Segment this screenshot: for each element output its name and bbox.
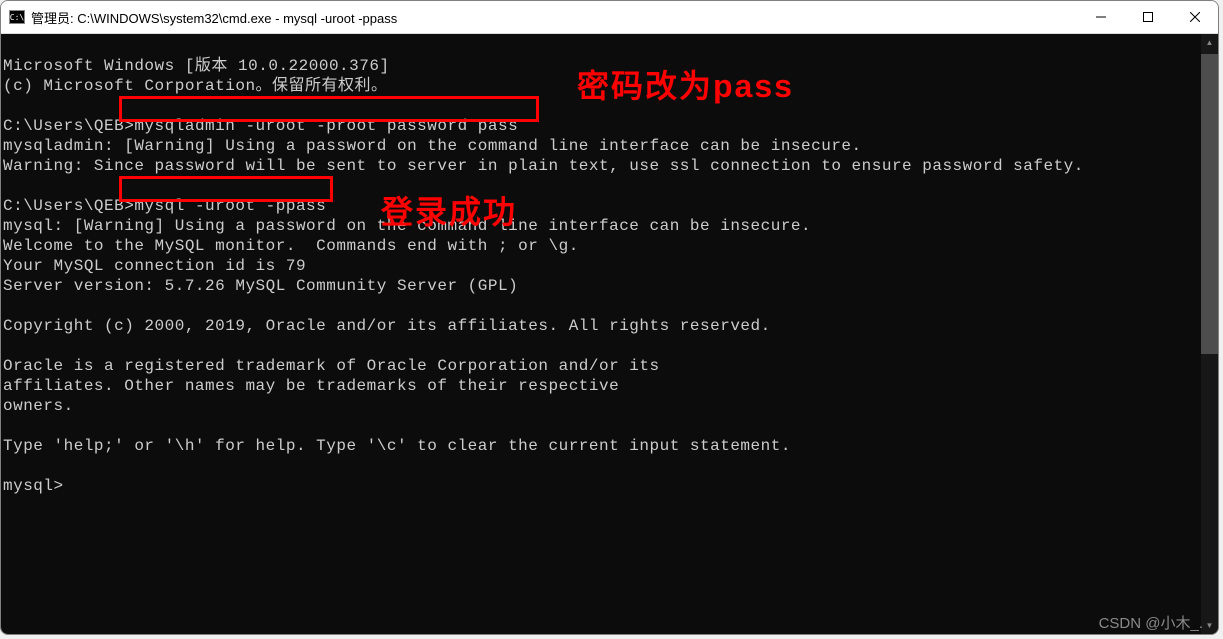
output-line: Your MySQL connection id is 79	[3, 257, 306, 275]
output-line: Server version: 5.7.26 MySQL Community S…	[3, 277, 518, 295]
prompt: C:\Users\QEB>	[3, 197, 134, 215]
output-line: affiliates. Other names may be trademark…	[3, 377, 619, 395]
output-line: Oracle is a registered trademark of Orac…	[3, 357, 660, 375]
scrollbar[interactable]: ▲ ▼	[1201, 34, 1218, 634]
command-text: mysqladmin -uroot -proot password pass	[134, 117, 518, 135]
scroll-up-icon[interactable]: ▲	[1201, 34, 1218, 51]
prompt: C:\Users\QEB>	[3, 117, 134, 135]
maximize-icon	[1143, 12, 1153, 22]
close-icon	[1190, 12, 1200, 22]
annotation-password-change: 密码改为pass	[577, 76, 794, 96]
output-line: (c) Microsoft Corporation。保留所有权利。	[3, 77, 388, 95]
minimize-button[interactable]	[1077, 1, 1124, 33]
mysql-prompt: mysql>	[3, 477, 64, 495]
output-line: Type 'help;' or '\h' for help. Type '\c'…	[3, 437, 791, 455]
output-line: Welcome to the MySQL monitor. Commands e…	[3, 237, 579, 255]
terminal-window: C:\ 管理员: C:\WINDOWS\system32\cmd.exe - m…	[0, 0, 1219, 635]
scroll-down-icon[interactable]: ▼	[1201, 617, 1218, 634]
output-line: mysql: [Warning] Using a password on the…	[3, 217, 811, 235]
minimize-icon	[1096, 12, 1106, 22]
app-icon: C:\	[9, 10, 25, 24]
output-line: Warning: Since password will be sent to …	[3, 157, 1084, 175]
watermark: CSDN @小木_.	[1099, 612, 1203, 633]
terminal-area: Microsoft Windows [版本 10.0.22000.376] (c…	[1, 34, 1218, 634]
scrollbar-thumb[interactable]	[1201, 54, 1218, 354]
output-line: mysqladmin: [Warning] Using a password o…	[3, 137, 862, 155]
window-controls	[1077, 1, 1218, 33]
output-line: Microsoft Windows [版本 10.0.22000.376]	[3, 57, 390, 75]
command-text: mysql -uroot -ppass	[134, 197, 326, 215]
titlebar[interactable]: C:\ 管理员: C:\WINDOWS\system32\cmd.exe - m…	[1, 1, 1218, 34]
window-title: 管理员: C:\WINDOWS\system32\cmd.exe - mysql…	[31, 8, 1077, 27]
output-line: Copyright (c) 2000, 2019, Oracle and/or …	[3, 317, 771, 335]
terminal-content[interactable]: Microsoft Windows [版本 10.0.22000.376] (c…	[1, 34, 1201, 634]
output-line: owners.	[3, 397, 74, 415]
maximize-button[interactable]	[1124, 1, 1171, 33]
close-button[interactable]	[1171, 1, 1218, 33]
